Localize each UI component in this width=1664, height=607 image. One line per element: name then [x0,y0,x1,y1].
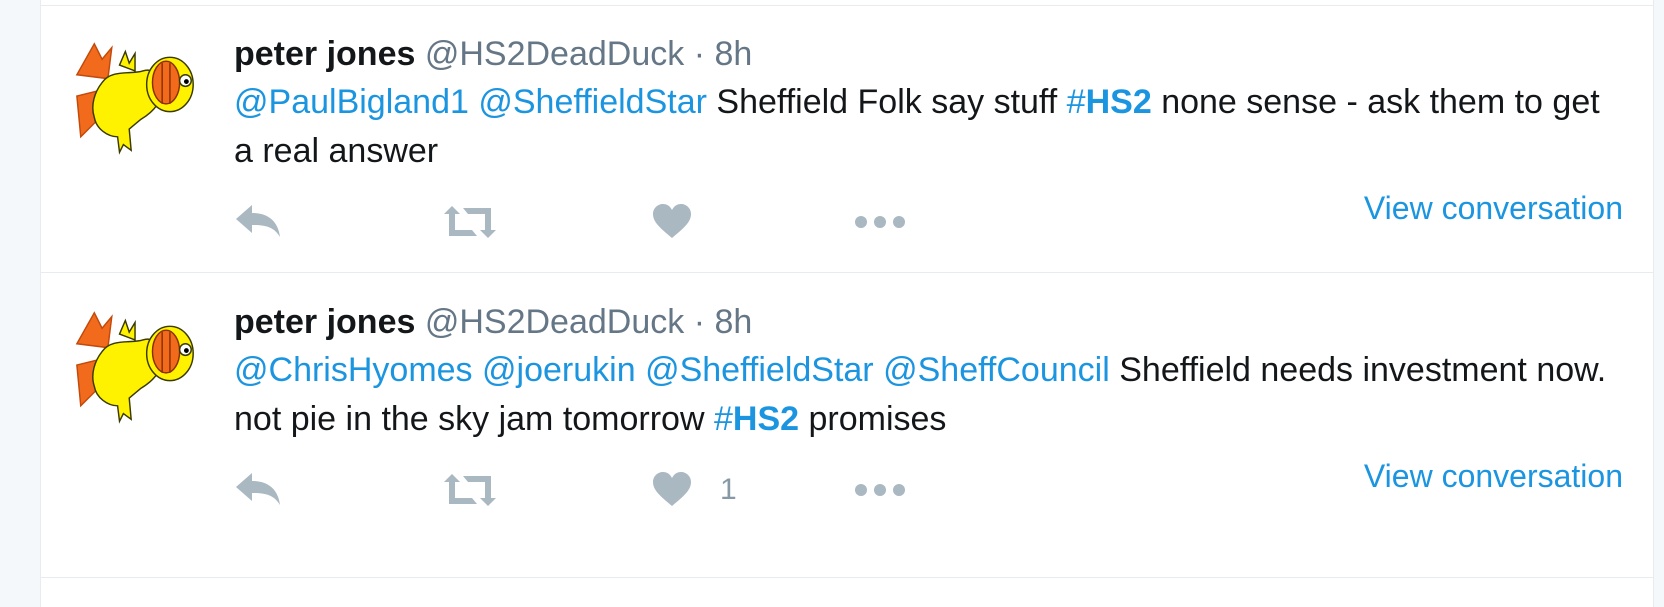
retweet-icon [444,206,496,238]
user-handle[interactable]: @HS2DeadDuck [425,35,684,73]
tweet-content: peter jones @HS2DeadDuck · 8h @ChrisHyom… [234,302,1623,444]
more-button[interactable] [854,460,906,520]
reply-button[interactable] [234,460,282,520]
like-button[interactable]: 1 [652,460,737,520]
tweet-text: @ChrisHyomes @joerukin @SheffieldStar @S… [234,346,1623,444]
reply-icon [236,473,280,505]
reply-button[interactable] [234,192,282,252]
tweet-actions: 1 View conversation [234,458,1623,520]
tweet-header: peter jones @HS2DeadDuck · 8h [234,302,1623,342]
heart-icon [653,472,691,506]
view-conversation-link[interactable]: View conversation [1364,458,1623,495]
tweet-timestamp[interactable]: 8h [714,35,752,73]
user-handle[interactable]: @HS2DeadDuck [425,303,684,341]
heart-icon [653,204,691,238]
hashtag-text: HS2 [732,400,800,438]
tweet-actions: View conversation [234,190,1623,252]
retweet-button[interactable] [442,460,498,520]
more-button[interactable] [854,192,906,252]
avatar[interactable] [73,34,199,164]
more-dots-icon [855,484,905,496]
tweet-item[interactable]: peter jones @HS2DeadDuck · 8h @ChrisHyom… [41,273,1653,558]
tweet-text-part: promises [808,400,947,438]
mention-link[interactable]: @SheffieldStar [478,83,707,121]
tweet-content: peter jones @HS2DeadDuck · 8h @PaulBigla… [234,34,1623,176]
mention-link[interactable]: @SheffieldStar [645,351,874,389]
tweet-divider [41,577,1653,578]
tweet-header: peter jones @HS2DeadDuck · 8h [234,34,1623,74]
tweet-item[interactable]: peter jones @HS2DeadDuck · 8h @PaulBigla… [41,6,1653,291]
hashtag-link[interactable]: #HS2 [1067,83,1152,121]
retweet-button[interactable] [442,192,498,252]
more-dots-icon [855,216,905,228]
user-name[interactable]: peter jones [234,303,415,341]
view-conversation-link[interactable]: View conversation [1364,190,1623,227]
retweet-icon [444,474,496,506]
hash-symbol: # [713,400,733,438]
reply-icon [236,205,280,237]
hashtag-link[interactable]: #HS2 [714,400,799,438]
timeline: peter jones @HS2DeadDuck · 8h @PaulBigla… [40,0,1654,607]
separator-dot: · [693,303,706,341]
tweet-text: @PaulBigland1 @SheffieldStar Sheffield F… [234,78,1623,176]
tweet-text-part: Sheffield Folk say stuff [716,83,1058,121]
user-name[interactable]: peter jones [234,35,415,73]
hashtag-text: HS2 [1085,83,1152,121]
like-button[interactable] [652,192,720,252]
mention-link[interactable]: @joerukin [482,351,636,389]
separator-dot: · [693,35,706,73]
avatar[interactable] [73,303,199,433]
mention-link[interactable]: @SheffCouncil [883,351,1110,389]
like-count: 1 [720,473,737,506]
mention-link[interactable]: @ChrisHyomes [234,351,473,389]
tweet-timestamp[interactable]: 8h [714,303,752,341]
hash-symbol: # [1066,83,1086,121]
mention-link[interactable]: @PaulBigland1 [234,83,469,121]
